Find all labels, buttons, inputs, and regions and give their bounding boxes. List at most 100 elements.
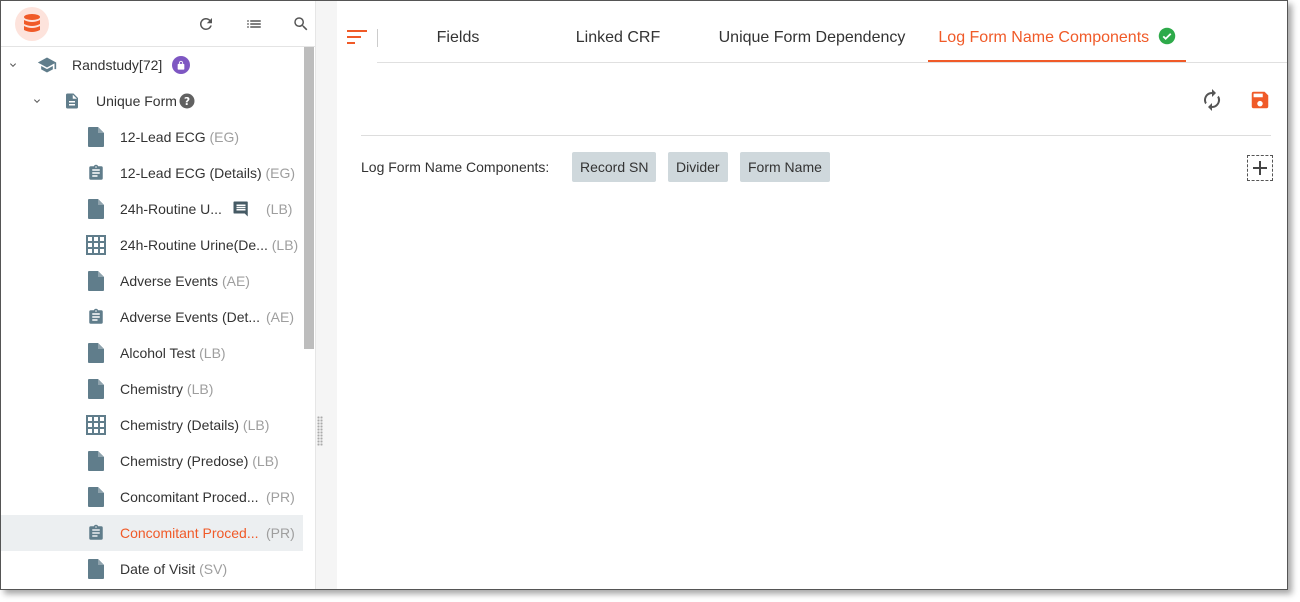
clipboard-icon [85,306,107,328]
form-item-code: (SV) [199,561,228,577]
study-label: Randstudy[72] [72,57,163,73]
clipboard-icon [85,522,107,544]
chip-form-name[interactable]: Form Name [740,152,830,182]
tree-form-item[interactable]: 12-Lead ECG (EG) [1,119,303,155]
file-icon [85,342,107,364]
sidebar-scrollbar[interactable] [304,47,314,349]
form-item-code: (PR) [266,489,295,505]
tree-form-item[interactable]: Chemistry (Predose) (LB) [1,443,303,479]
file-icon [85,198,107,220]
form-item-name: 12-Lead ECG [120,129,206,145]
form-item-label: Chemistry (Details) (LB) [120,417,269,433]
file-icon [85,558,107,580]
chip-divider[interactable]: Divider [668,152,728,182]
form-item-code: (EG) [265,165,296,181]
form-item-label: Concomitant Proced... [120,489,259,505]
form-tree: Randstudy[72] Unique Form ? 12-Lead ECG … [1,47,303,589]
form-item-label: Concomitant Proced... [120,525,259,541]
form-item-code: (PR) [266,525,295,541]
tab-bar: Fields Linked CRF Unique Form Dependency… [377,13,1287,63]
form-item-name: 24h-Routine Urine(De... [120,237,268,253]
tree-form-item[interactable]: Chemistry (LB) [1,371,303,407]
components-label: Log Form Name Components: [361,159,550,175]
form-item-name: Chemistry (Details) [120,417,240,433]
chevron-down-icon[interactable] [5,57,21,73]
form-item-name: Date of Visit [120,561,196,577]
form-item-name: Chemistry [120,381,184,397]
form-item-label: Alcohol Test (LB) [120,345,226,361]
sort-icon[interactable] [347,29,367,47]
form-item-code: (LB) [252,453,279,469]
svg-text:?: ? [184,96,190,108]
form-item-code: (LB) [242,417,270,433]
app-window: Randstudy[72] Unique Form ? 12-Lead ECG … [0,0,1288,590]
tree-form-item[interactable]: 24h-Routine Urine(De... (LB) [1,227,303,263]
plus-icon [1253,161,1267,175]
tree-form-item[interactable]: Concomitant Proced... (PR) [1,479,303,515]
tab-unique-form-dependency[interactable]: Unique Form Dependency [711,13,913,63]
file-icon [85,126,107,148]
database-logo-icon [15,7,49,41]
tab-linked-crf[interactable]: Linked CRF [559,13,677,63]
form-item-code: (LB) [271,237,299,253]
form-item-code: (LB) [186,381,214,397]
sidebar-toolbar [1,1,315,47]
tree-form-item[interactable]: 24h-Routine U... (LB) [1,191,303,227]
panel-divider[interactable] [315,1,337,589]
form-item-name: Chemistry (Predose) [120,453,249,469]
file-icon [85,270,107,292]
form-item-label: 12-Lead ECG (EG) [120,129,239,145]
school-icon [36,54,58,76]
refresh-icon[interactable] [195,13,217,35]
form-item-code: (AE) [221,273,250,289]
tree-form-item[interactable]: Chemistry (Details) (LB) [1,407,303,443]
file-icon [85,486,107,508]
list-icon[interactable] [243,13,265,35]
form-item-code: (LB) [199,345,226,361]
resize-handle[interactable] [317,416,323,446]
chevron-down-icon[interactable] [29,93,45,109]
form-item-code: (EG) [209,129,240,145]
search-icon[interactable] [290,13,312,35]
tree-form-item[interactable]: Concomitant Proced... (PR) [1,515,303,551]
help-icon[interactable]: ? [178,92,196,110]
save-icon[interactable] [1247,87,1273,113]
chip-record-sn[interactable]: Record SN [572,152,657,182]
form-item-label: Date of Visit (SV) [120,561,227,577]
tab-label: Log Form Name Components [938,29,1150,46]
form-item-name: Adverse Events [120,273,219,289]
tree-form-item[interactable]: Adverse Events (AE) [1,263,303,299]
clipboard-icon [85,162,107,184]
reset-icon[interactable] [1199,87,1225,113]
tab-fields[interactable]: Fields [397,13,519,63]
file-icon [85,378,107,400]
grid-icon [85,414,107,436]
form-item-code: (LB) [266,201,293,217]
check-circle-icon [1158,27,1175,45]
form-item-label: Chemistry (LB) [120,381,213,397]
tree-form-item[interactable]: Date of Visit (SV) [1,551,303,587]
tree-form-item[interactable]: Alcohol Test (LB) [1,335,303,371]
tab-log-form-name-components[interactable]: Log Form Name Components [928,13,1186,62]
form-item-label: 24h-Routine Urine(De... (LB) [120,237,298,253]
file-icon [85,450,107,472]
form-item-code: (AE) [266,309,294,325]
comment-icon[interactable] [230,198,252,220]
document-icon [61,90,83,112]
lock-icon [172,56,190,74]
grid-icon [85,234,107,256]
group-label: Unique Form [96,93,177,109]
form-item-label: 12-Lead ECG (Details) (EG) [120,165,295,181]
form-item-label: Adverse Events (AE) [120,273,250,289]
form-item-label: Chemistry (Predose) (LB) [120,453,279,469]
tree-study-row[interactable]: Randstudy[72] [1,47,303,83]
sidebar: Randstudy[72] Unique Form ? 12-Lead ECG … [1,1,315,589]
form-item-name: Alcohol Test [120,345,196,361]
form-item-label: 24h-Routine U... [120,201,222,217]
tree-group-row[interactable]: Unique Form ? [1,83,303,119]
add-component-button[interactable] [1247,155,1273,181]
tree-form-item[interactable]: Adverse Events (Det... (AE) [1,299,303,335]
form-item-label: Adverse Events (Det... [120,309,261,325]
tree-form-item[interactable]: 12-Lead ECG (Details) (EG) [1,155,303,191]
form-item-name: 12-Lead ECG (Details) [120,165,262,181]
